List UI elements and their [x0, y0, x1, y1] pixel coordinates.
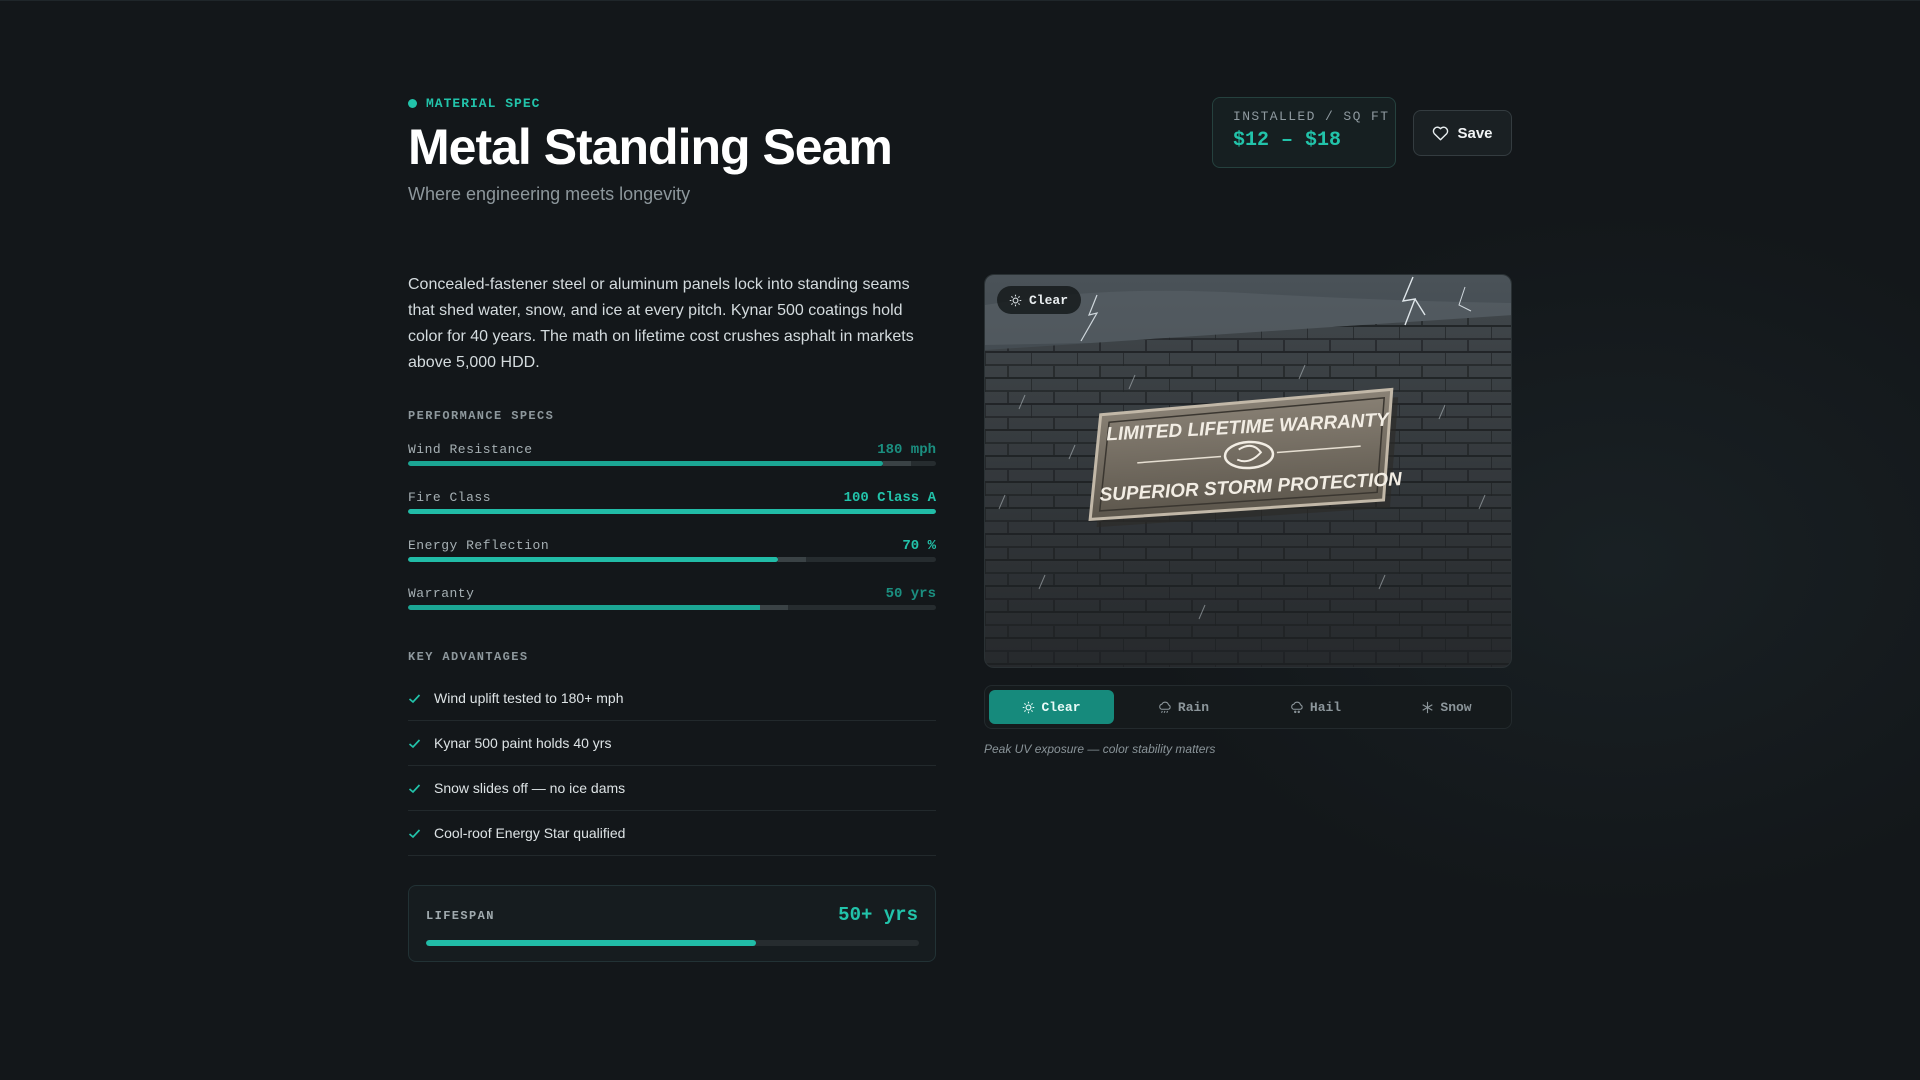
save-button[interactable]: Save [1413, 110, 1512, 156]
tab-label: Clear [1041, 699, 1081, 715]
roof-image-card: LIMITED LIFETIME WARRANTY SUPERIOR STORM… [984, 274, 1512, 668]
tab-clear[interactable]: Clear [989, 690, 1114, 724]
advantage-item: Kynar 500 paint holds 40 yrs [408, 721, 936, 766]
advantage-text: Cool-roof Energy Star qualified [434, 825, 626, 841]
advantage-text: Wind uplift tested to 180+ mph [434, 690, 624, 706]
tab-snow[interactable]: Snow [1384, 690, 1509, 724]
spec-value: 100 Class A [843, 490, 936, 506]
spec-fill [408, 509, 936, 514]
price-box: INSTALLED / SQ FT $12 – $18 [1212, 97, 1396, 168]
status-dot-icon [408, 99, 417, 108]
sun-icon [1023, 701, 1035, 713]
lifespan-card: LIFESPAN 50+ yrs [408, 885, 936, 962]
weather-chip-label: Clear [1029, 292, 1069, 308]
spec-name: Fire Class [408, 490, 492, 505]
price-label: INSTALLED / SQ FT [1233, 109, 1390, 124]
spec-track-shade [883, 461, 911, 466]
spec-track [408, 605, 936, 610]
spec-energy-reflection: Energy Reflection 70 % [408, 538, 936, 568]
check-icon [408, 693, 422, 704]
spec-fill [408, 461, 884, 466]
check-icon [408, 783, 422, 794]
price-value: $12 – $18 [1233, 129, 1342, 152]
weather-chip: Clear [997, 286, 1082, 314]
roof-shingle-photo: LIMITED LIFETIME WARRANTY SUPERIOR STORM… [985, 275, 1511, 667]
spec-name: Wind Resistance [408, 442, 533, 457]
spec-value: 70 % [902, 538, 936, 554]
spec-fill [408, 605, 762, 610]
spec-wind-resistance: Wind Resistance 180 mph [408, 442, 936, 472]
check-icon [408, 828, 422, 839]
weather-tabs: Clear Rain Hail Snow [984, 685, 1512, 729]
cloud-rain-icon [1159, 701, 1171, 713]
lifespan-fill [426, 940, 757, 946]
spec-track [408, 557, 936, 562]
spec-name: Energy Reflection [408, 538, 550, 553]
image-caption: Peak UV exposure — color stability matte… [984, 742, 1216, 756]
spec-fire-class: Fire Class 100 Class A [408, 490, 936, 520]
advantage-text: Snow slides off — no ice dams [434, 780, 626, 796]
spec-name: Warranty [408, 586, 475, 601]
material-spec-page: MATERIAL SPEC Metal Standing Seam Where … [408, 0, 1512, 1080]
check-icon [408, 738, 422, 749]
cloud-hail-icon [1291, 701, 1303, 713]
advantage-item: Wind uplift tested to 180+ mph [408, 676, 936, 721]
snowflake-icon [1422, 701, 1433, 713]
spec-value: 180 mph [877, 442, 936, 458]
lifespan-value: 50+ yrs [838, 904, 918, 926]
tab-rain[interactable]: Rain [1121, 690, 1246, 724]
spec-value: 50 yrs [885, 586, 936, 602]
advantage-text: Kynar 500 paint holds 40 yrs [434, 735, 612, 751]
spec-warranty: Warranty 50 yrs [408, 586, 936, 616]
tab-label: Rain [1177, 699, 1210, 715]
advantage-item: Cool-roof Energy Star qualified [408, 811, 936, 856]
page-subtitle: Where engineering meets longevity [408, 184, 691, 204]
eyebrow-label: MATERIAL SPEC [426, 96, 541, 111]
material-description: Concealed-fastener steel or aluminum pan… [408, 276, 914, 371]
performance-specs-heading: PERFORMANCE SPECS [408, 409, 555, 423]
heart-icon [1433, 126, 1449, 141]
spec-track [408, 509, 936, 514]
lifespan-track [426, 940, 919, 946]
spec-fill [408, 557, 778, 562]
page-title: Metal Standing Seam [408, 119, 893, 175]
tab-label: Snow [1440, 699, 1472, 715]
tab-label: Hail [1309, 699, 1342, 715]
spec-track-shade [760, 605, 788, 610]
save-button-label: Save [1457, 124, 1493, 142]
key-advantages-heading: KEY ADVANTAGES [408, 650, 529, 664]
spec-track-shade [778, 557, 806, 562]
tab-hail[interactable]: Hail [1253, 690, 1378, 724]
eyebrow: MATERIAL SPEC [408, 96, 540, 111]
advantage-item: Snow slides off — no ice dams [408, 766, 936, 811]
sun-icon [1009, 294, 1022, 306]
spec-track [408, 461, 936, 466]
lifespan-label: LIFESPAN [426, 909, 495, 923]
